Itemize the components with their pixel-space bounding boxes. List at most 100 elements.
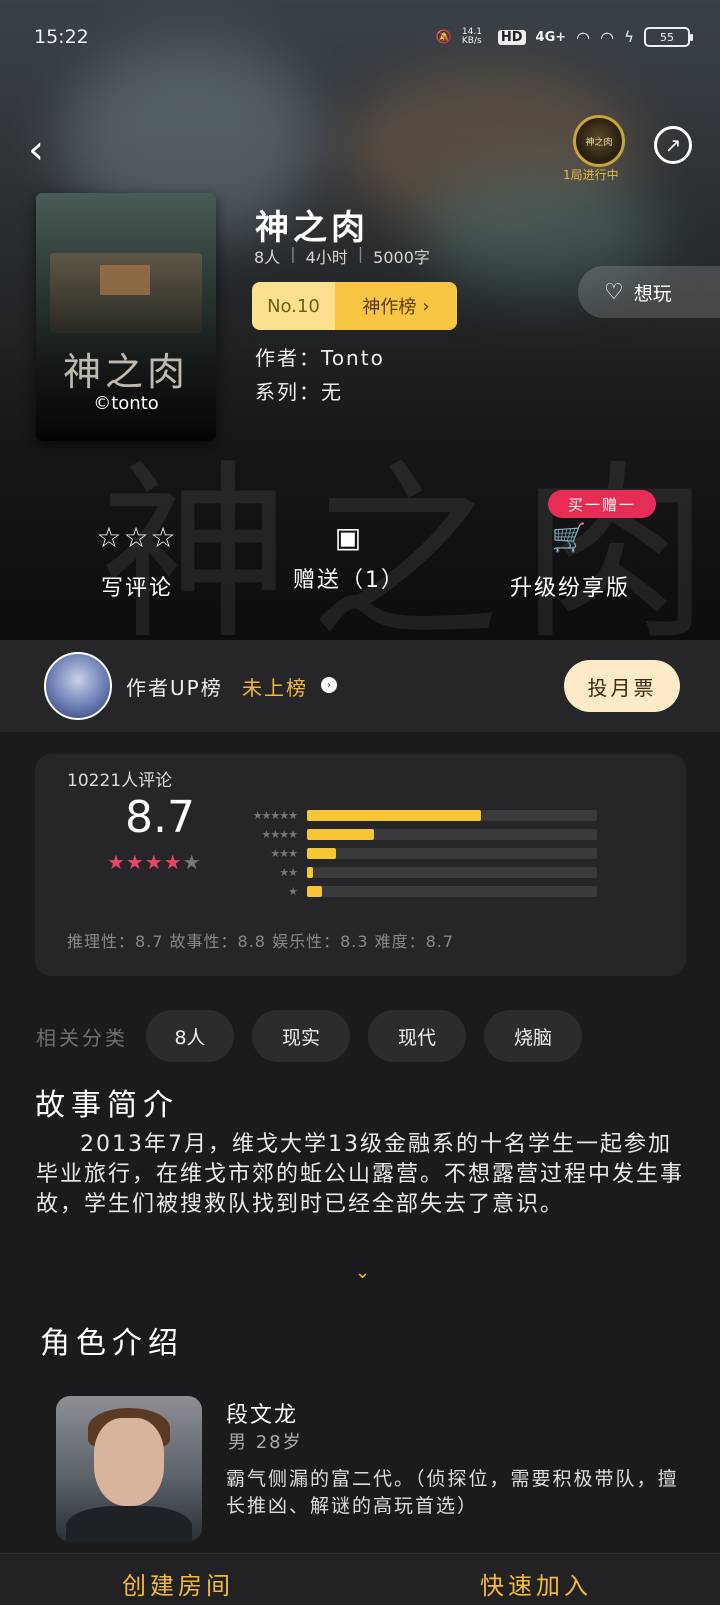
star-icon-half: ★ — [182, 850, 202, 874]
rank-board-label: 神作榜 — [362, 297, 417, 318]
related-tags: 相关分类 8人 现实 现代 烧脑 — [36, 1010, 600, 1062]
network-speed: 14.1 KB/s — [461, 27, 482, 46]
rating-bar-row: ★★ — [235, 863, 635, 882]
upgrade-label: 升级纷享版 — [509, 576, 630, 601]
character-gender-age: 男 28岁 — [228, 1432, 303, 1453]
series-line: 系列：无 — [255, 380, 343, 404]
duration: 4小时 — [305, 248, 348, 267]
rating-bar-fill — [307, 886, 322, 897]
game-meta: 8人 | 4小时 | 5000字 — [254, 244, 430, 268]
related-tags-label: 相关分类 — [36, 1025, 128, 1050]
rating-level-stars: ★★ — [279, 866, 298, 879]
tag-chip[interactable]: 8人 — [146, 1010, 234, 1062]
rating-bar-row: ★★★★★ — [235, 806, 635, 825]
gift-ticket-icon: ▣ — [334, 521, 364, 554]
quick-join-button[interactable]: 快速加入 — [480, 1566, 592, 1601]
author-line: 作者：Tonto — [255, 346, 385, 370]
rating-bar-fill — [307, 848, 336, 859]
rating-bar-fill — [307, 867, 313, 878]
rating-stars: ★★★★★ — [107, 850, 202, 874]
characters-title: 角色介绍 — [40, 1326, 184, 1361]
cover-title: 神之肉 — [62, 350, 189, 394]
character-portrait[interactable] — [56, 1396, 202, 1542]
charging-icon: ϟ — [624, 28, 634, 46]
wifi-icon: ◠ — [576, 27, 591, 47]
divider: | — [357, 244, 364, 263]
upgrade-button[interactable]: 🛒 升级纷享版 — [470, 518, 670, 602]
cell-signal-icon: 4G+ — [535, 29, 567, 45]
portrait-suit — [66, 1506, 192, 1542]
player-count: 8人 — [254, 248, 281, 267]
character-description: 霸气侧漏的富二代。（侦探位，需要积极带队，擅长推凶、解谜的高玩首选） — [226, 1468, 679, 1517]
cover-scene — [50, 253, 202, 333]
hd-icon: HD — [497, 29, 526, 45]
ongoing-game-label: 1局进行中 — [563, 168, 619, 182]
star-icons-full: ★★★★ — [107, 850, 183, 874]
tag-chip[interactable]: 现实 — [252, 1010, 350, 1062]
rank-number: No.10 — [252, 282, 335, 330]
author-up-status[interactable]: 未上榜 — [242, 672, 308, 701]
rating-bar-row: ★ — [235, 882, 635, 901]
rating-bar-fill — [307, 829, 374, 840]
tag-chip[interactable]: 现代 — [368, 1010, 466, 1062]
story-title: 故事简介 — [35, 1088, 179, 1123]
ongoing-game-token[interactable]: 神之肉 — [573, 115, 625, 167]
rating-bar-fill — [307, 810, 481, 821]
rating-level-stars: ★★★ — [270, 847, 298, 860]
rating-card: 10221人评论 8.7 ★★★★★ ★★★★★ ★★★★ ★★★ ★★ ★ 推理性：8… — [35, 754, 686, 976]
character-name: 段文龙 — [226, 1403, 299, 1428]
want-label: 想玩 — [633, 282, 672, 305]
chevron-right-icon: › — [422, 295, 430, 317]
rating-distribution: ★★★★★ ★★★★ ★★★ ★★ ★ — [235, 806, 635, 901]
chevron-right-icon[interactable]: › — [321, 677, 337, 693]
game-cover: 神之肉 ©tonto — [36, 193, 216, 441]
status-bar: 15:22 🔕 14.1 KB/s HD 4G+ ◠ ◠ ϟ 55 — [34, 22, 693, 52]
status-time: 15:22 — [34, 26, 89, 48]
rating-score: 8.7 — [125, 792, 195, 843]
divider: | — [290, 244, 296, 263]
game-title: 神之肉 — [255, 208, 369, 248]
review-count: 10221人评论 — [67, 771, 173, 791]
create-room-button[interactable]: 创建房间 — [122, 1566, 234, 1601]
gift-label: 赠送（1） — [293, 568, 405, 593]
gift-button[interactable]: ▣ 赠送（1） — [249, 518, 449, 594]
bottom-action-bar: 创建房间 快速加入 — [0, 1553, 720, 1605]
promo-badge: 买一赠一 — [548, 490, 656, 518]
monthly-vote-button[interactable]: 投月票 — [564, 660, 680, 712]
rating-bar-row: ★★★★ — [235, 825, 635, 844]
want-to-play-button[interactable]: ♡ 想玩 — [578, 266, 720, 318]
author-rank-bar: 作者UP榜 未上榜 › 投月票 — [0, 640, 720, 732]
battery-icon: 55 — [644, 27, 693, 47]
author-avatar[interactable] — [44, 652, 112, 720]
story-text: 2013年7月，维戈大学13级金融系的十名学生一起参加毕业旅行，在维戈市郊的蚯公… — [36, 1132, 685, 1217]
portrait-face — [94, 1418, 164, 1506]
rating-level-stars: ★★★★ — [261, 828, 298, 841]
rating-level-stars: ★★★★★ — [252, 809, 298, 822]
author-up-label: 作者UP榜 — [126, 676, 223, 700]
share-button[interactable]: ↗ — [654, 126, 692, 164]
star-outline-icon: ☆☆☆ — [96, 521, 178, 554]
heart-icon: ♡ — [604, 279, 624, 305]
rating-bar-track — [307, 810, 597, 821]
rating-bar-track — [307, 886, 597, 897]
tag-chip[interactable]: 烧脑 — [484, 1010, 582, 1062]
word-count: 5000字 — [373, 248, 430, 267]
rating-dimensions: 推理性：8.7 故事性：8.8 娱乐性：8.3 难度：8.7 — [67, 932, 455, 951]
write-review-button[interactable]: ☆☆☆ 写评论 — [37, 518, 237, 602]
write-review-label: 写评论 — [100, 576, 173, 601]
rating-level-stars: ★ — [288, 885, 298, 898]
rank-board: 神作榜 › — [335, 282, 457, 330]
rating-bar-row: ★★★ — [235, 844, 635, 863]
cover-author: ©tonto — [93, 393, 159, 414]
rating-bar-track — [307, 867, 597, 878]
mute-icon: 🔕 — [435, 29, 452, 45]
rating-bar-track — [307, 848, 597, 859]
rank-badge[interactable]: No.10 神作榜 › — [252, 282, 457, 330]
back-button[interactable]: ‹ — [28, 130, 58, 170]
status-icons: 🔕 14.1 KB/s HD 4G+ ◠ ◠ ϟ 55 — [435, 27, 693, 47]
expand-chevron-icon[interactable]: ⌄ — [355, 1262, 370, 1283]
action-row: ☆☆☆ 写评论 ▣ 赠送（1） 🛒 升级纷享版 — [0, 518, 720, 608]
cart-icon: 🛒 — [551, 521, 589, 554]
wifi-icon-2: ◠ — [600, 27, 615, 47]
rating-bar-track — [307, 829, 597, 840]
